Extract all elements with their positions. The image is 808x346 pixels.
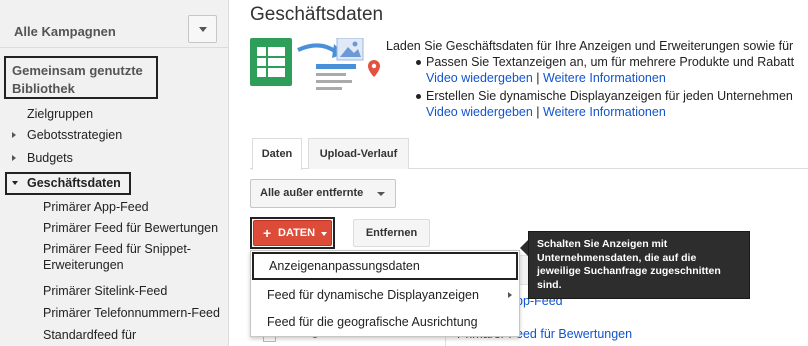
menu-item-anzeigenanpassungsdaten[interactable]: Anzeigenanpassungsdaten <box>252 252 518 280</box>
remove-button[interactable]: Entfernen <box>353 219 430 247</box>
add-data-menu: Anzeigenanpassungsdaten Feed für dynamis… <box>250 250 520 337</box>
sidebar-subitem-bewertungen[interactable]: Primärer Feed für Bewertungen <box>43 221 218 235</box>
sidebar-item-zielgruppen[interactable]: Zielgruppen <box>27 107 93 121</box>
bullet-2: Erstellen Sie dynamische Displayanzeigen… <box>426 88 793 120</box>
shared-library-link[interactable]: Gemeinsam genutzte Bibliothek <box>4 56 158 99</box>
tab-upload-verlauf[interactable]: Upload-Verlauf <box>308 138 409 169</box>
expand-arrow-icon[interactable] <box>12 155 16 161</box>
sidebar-item-geschaeftsdaten[interactable]: Geschäftsdaten <box>27 176 121 190</box>
tab-daten[interactable]: Daten <box>252 138 302 170</box>
add-data-button[interactable]: + DATEN <box>253 220 332 246</box>
collapse-sidebar-button[interactable] <box>188 15 217 43</box>
sidebar-item-budgets[interactable]: Budgets <box>27 151 73 165</box>
menu-item-dynamische-displayanzeigen[interactable]: Feed für dynamische Displayanzeigen <box>251 282 519 308</box>
all-campaigns-header[interactable]: Alle Kampagnen <box>0 0 229 48</box>
sidebar-subitem-snippet-cont[interactable]: Erweiterungen <box>43 258 124 272</box>
chevron-down-icon <box>377 192 385 196</box>
bullet-1-text: Passen Sie Textanzeigen an, um für mehre… <box>426 55 795 69</box>
bullet-2-text: Erstellen Sie dynamische Displayanzeigen… <box>426 89 793 103</box>
page-title: Geschäftsdaten <box>250 4 384 25</box>
bullet-1: Passen Sie Textanzeigen an, um für mehre… <box>426 54 794 86</box>
chevron-down-icon <box>321 232 327 236</box>
tooltip-pointer <box>520 240 528 256</box>
sidebar-subitem-telefonnummern[interactable]: Primärer Telefonnummern-Feed <box>43 306 220 320</box>
tooltip: Schalten Sie Anzeigen mit Unternehmensda… <box>528 231 750 299</box>
separator: | <box>536 105 540 119</box>
sidebar-subitem-snippet[interactable]: Primärer Feed für Snippet- <box>43 242 191 256</box>
sidebar-subitem-app-feed[interactable]: Primärer App-Feed <box>43 200 149 214</box>
sidebar-subitem-standardfeed[interactable]: Standardfeed für <box>43 328 136 342</box>
sidebar-subitem-sitelink[interactable]: Primärer Sitelink-Feed <box>43 284 167 298</box>
menu-item-label: Feed für dynamische Displayanzeigen <box>267 288 479 302</box>
filter-dropdown[interactable]: Alle außer entfernte <box>250 179 396 208</box>
sidebar-item-gebotsstrategien[interactable]: Gebotsstrategien <box>27 128 122 142</box>
bullet-dot <box>416 94 421 99</box>
chevron-right-icon <box>508 292 512 298</box>
all-campaigns-label: Alle Kampagnen <box>14 24 116 39</box>
more-info-link[interactable]: Weitere Informationen <box>543 105 666 119</box>
chevron-down-icon <box>199 27 207 32</box>
expand-arrow-icon[interactable] <box>12 132 16 138</box>
add-data-label: DATEN <box>278 227 316 239</box>
menu-item-label: Feed für die geografische Ausrichtung <box>267 315 478 329</box>
business-data-illustration-icon <box>250 38 380 90</box>
video-link[interactable]: Video wiedergeben <box>426 105 533 119</box>
intro-text: Laden Sie Geschäftsdaten für Ihre Anzeig… <box>386 39 794 53</box>
bullet-dot <box>416 60 421 65</box>
menu-item-label: Anzeigenanpassungsdaten <box>269 259 420 273</box>
more-info-link[interactable]: Weitere Informationen <box>543 71 666 85</box>
filter-label: Alle außer entfernte <box>260 187 364 199</box>
menu-item-geografische-ausrichtung[interactable]: Feed für die geografische Ausrichtung <box>251 309 519 335</box>
sidebar: Alle Kampagnen Gemeinsam genutzte Biblio… <box>0 0 229 346</box>
collapse-arrow-icon[interactable] <box>12 181 18 185</box>
plus-icon: + <box>263 225 272 241</box>
separator: | <box>536 71 540 85</box>
video-link[interactable]: Video wiedergeben <box>426 71 533 85</box>
